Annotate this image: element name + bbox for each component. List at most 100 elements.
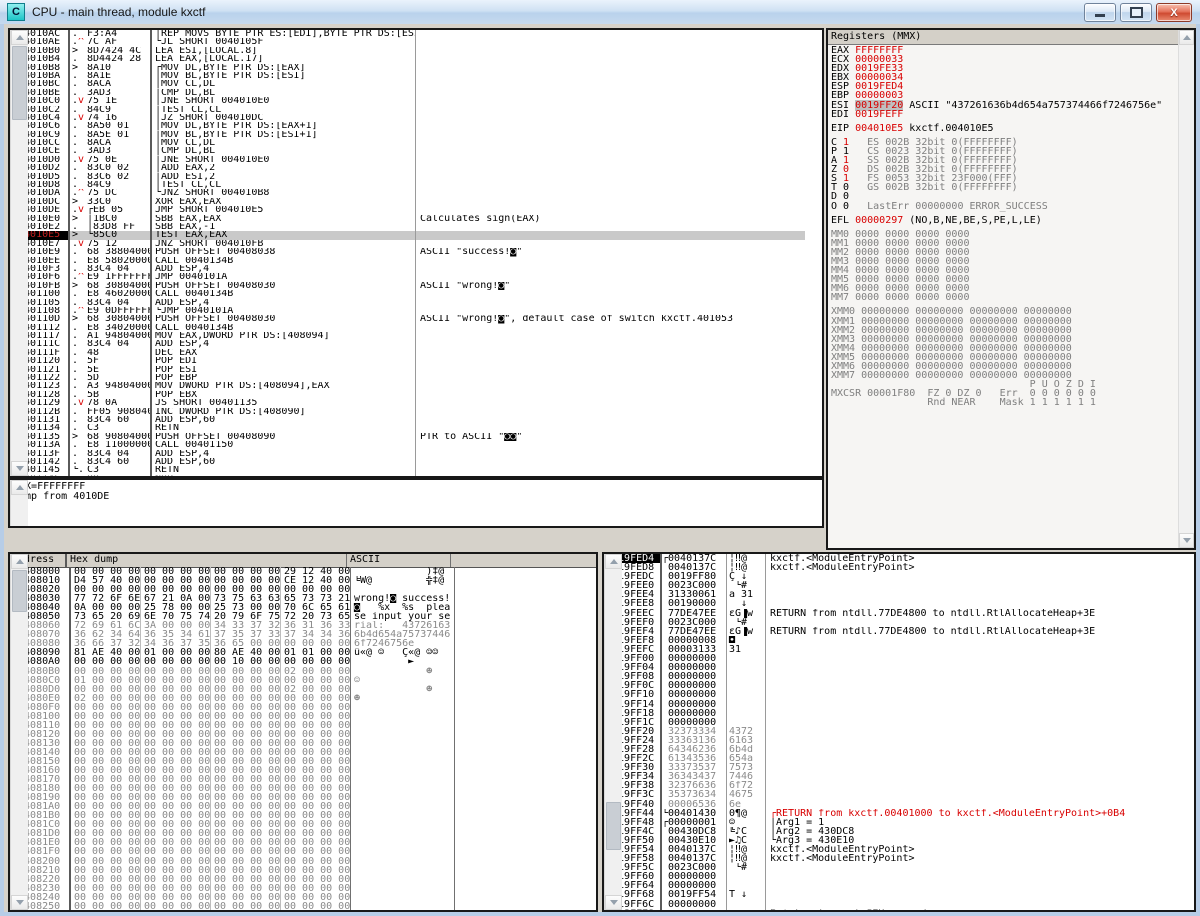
disasm-row[interactable]: 004010C2. 84C9 │TEST CL,CL — [10, 105, 805, 114]
disasm-row[interactable]: 004010C4 .v 74 16 │JZ SHORT 004010DC — [10, 113, 805, 123]
disasm-row[interactable]: 004010E9. 68 38804000 PUSH OFFSET 00408038… — [10, 248, 805, 257]
disasm-row[interactable]: 00401146.00NOP — [10, 474, 805, 476]
disasm-row[interactable]: 004010F6 .^ E9 1FFFFFFF JMP 0040101A — [10, 273, 805, 282]
scroll-up-icon[interactable] — [1179, 30, 1194, 45]
disasm-row[interactable]: 0040112B.FF05 90804000INC DWORD PTR DS:[… — [10, 407, 805, 416]
stack-row[interactable]: 0019FF4C 00430DC8 ╚♪C │Arg2 = 430DC8 — [604, 826, 1177, 836]
hex-dump-row[interactable]: 00408090 81 AE 40 00 01 00 00 00 80 AE 40 0… — [10, 648, 579, 658]
hex-dump-row[interactable]: 00408240 00 00 00 00 00 00 00 00 00 00 00 0… — [10, 892, 579, 902]
hex-dump-row[interactable]: 00408170 00 00 00 00 00 00 00 00 00 00 00 0… — [10, 775, 579, 785]
stack-row[interactable]: 0019FF64 00000000 — [604, 881, 1177, 891]
register-line[interactable]: O 0 LastErr 00000000 ERROR_SUCCESS — [831, 201, 1178, 211]
disasm-row[interactable]: 004010BA. 8A1E │MOV BL,BYTE PTR DS:[ESI] — [10, 71, 805, 81]
scroll-up-icon[interactable] — [11, 554, 28, 569]
disasm-row[interactable]: 0040113F. 83C4 04 ADD ESP,4 — [10, 449, 805, 458]
stack-row[interactable]: 0019FF68 0019FF54 T ↓ — [604, 890, 1177, 900]
hex-dump-row[interactable]: 00408190 00 00 00 00 00 00 00 00 00 00 00 0… — [10, 793, 579, 803]
hex-dump-row[interactable]: 004080A0 00 00 00 00 00 00 00 00 00 10 00 0… — [10, 657, 579, 667]
hex-dump-row[interactable]: 00408020 00 00 00 00 00 00 00 00 00 00 00 0… — [10, 585, 579, 595]
hex-dump-row[interactable]: 004080F0 00 00 00 00 00 00 00 00 00 00 00 0… — [10, 702, 579, 712]
stack-row[interactable]: 0019FF0C 00000000 — [604, 681, 1177, 691]
hex-dump-row[interactable]: 00408010 D4 57 40 00 00 00 00 00 00 00 00 0… — [10, 576, 579, 586]
scrollbar-thumb[interactable] — [606, 802, 621, 850]
stack-row[interactable]: 0019FEFC 00003133 31 — [604, 644, 1177, 655]
disasm-row[interactable]: 0040111F. 48 DEC EAX — [10, 348, 805, 358]
hex-dump-row[interactable]: 00408210 00 00 00 00 00 00 00 00 00 00 00 0… — [10, 865, 579, 875]
stack-row[interactable]: 0019FED8 0040137C ¦‼@ kxctf.<ModuleEntryPo… — [604, 563, 1177, 573]
disasm-row[interactable]: 004010C9. 8A5E 01 │MOV BL,BYTE PTR DS:[ESI… — [10, 130, 805, 140]
hex-dump-row[interactable]: 00408070 36 62 34 64 36 35 34 61 37 35 37 3… — [10, 630, 579, 640]
stack-row[interactable]: 0019FEE8 00190000 ↓ — [604, 599, 1177, 609]
scroll-down-icon[interactable] — [605, 895, 622, 910]
disasm-row[interactable]: 004010DE .v ┌EB 05 JMP SHORT 004010E5 — [10, 206, 805, 215]
disasm-row[interactable]: 004010B4. 8D4424 28 LEA EAX,[LOCAL.17] — [10, 55, 805, 64]
stack-row[interactable]: 0019FEE4 31330061 a 31 — [604, 590, 1177, 600]
hex-dump-row[interactable]: 00408030 77 72 6F 6E 67 21 0A 00 73 75 63 6… — [10, 594, 579, 604]
scroll-up-icon[interactable] — [605, 554, 622, 569]
hex-dump-row[interactable]: 00408160 00 00 00 00 00 00 00 00 00 00 00 0… — [10, 766, 579, 776]
disasm-row[interactable]: 004010AE .^ 7C AF └JL SHORT 0040105F — [10, 38, 805, 47]
close-button[interactable]: X — [1156, 3, 1192, 22]
disasm-row[interactable]: 00401120. 5F POP EDI — [10, 357, 805, 366]
scroll-up-icon[interactable] — [11, 480, 28, 495]
disasm-row[interactable]: 004010FB >68 30804000 PUSH OFFSET 00408030… — [10, 281, 805, 291]
disasm-row[interactable]: 00401129 .v 78 0A JS SHORT 00401135 — [10, 399, 805, 408]
disassembly-scrollbar[interactable] — [10, 30, 28, 476]
stack-row[interactable]: 0019FF1C 00000000 — [604, 717, 1177, 727]
stack-row[interactable]: 0019FF04 00000000 — [604, 663, 1177, 673]
hex-dump-row[interactable]: 00408140 00 00 00 00 00 00 00 00 00 00 00 0… — [10, 747, 579, 757]
disasm-row[interactable]: 004010DC >33C0 XOR EAX,EAX — [10, 197, 805, 207]
hex-dump-row[interactable]: 00408200 00 00 00 00 00 00 00 00 00 00 00 0… — [10, 856, 579, 866]
hex-dump-row[interactable]: 004080B0 00 00 00 00 00 00 00 00 00 00 00 0… — [10, 666, 579, 676]
hex-dump-row[interactable]: 004081F0 00 00 00 00 00 00 00 00 00 00 00 0… — [10, 847, 579, 857]
hex-dump-row[interactable]: 00408080 36 66 37 32 34 36 37 35 36 65 00 0… — [10, 639, 579, 649]
disasm-row[interactable]: 00401112. E8 34020000 CALL 0040134B — [10, 323, 805, 333]
window-icon[interactable]: C — [7, 3, 25, 21]
scroll-down-icon[interactable] — [11, 461, 28, 476]
stack-row[interactable]: 0019FF18 00000000 — [604, 708, 1177, 718]
stack-scrollbar[interactable] — [604, 554, 622, 910]
stack-row[interactable]: 0019FF60 00000000 — [604, 872, 1177, 882]
scrollbar-thumb[interactable] — [12, 46, 27, 120]
disasm-row[interactable]: 00401145 └. C3 RETN — [10, 466, 805, 475]
disasm-row[interactable]: 00401117. A1 94804000 MOV EAX,DWORD PTR DS… — [10, 332, 805, 341]
disasm-row[interactable]: 004010D5. 83C6 02 │ADD ESI,2 — [10, 172, 805, 182]
register-line[interactable]: EFL 00000297 (NO,B,NE,BE,S,PE,L,LE) — [831, 215, 1178, 225]
disasm-row[interactable]: 004010D0 .v 75 0E │JNE SHORT 004010E0 — [10, 155, 805, 165]
disasm-row[interactable]: 00401131. 83C4 60 ADD ESP,60 — [10, 415, 805, 425]
stack-row[interactable]: 0019FF3C 35373634 4675 — [604, 790, 1177, 800]
scroll-down-icon[interactable] — [11, 895, 28, 910]
disasm-row[interactable]: 004010DA .^ 75 DC └JNZ SHORT 004010B8 — [10, 189, 805, 198]
stack-row[interactable]: 0019FF6C 00000000 — [604, 899, 1177, 909]
hex-dump-row[interactable]: 00408180 00 00 00 00 00 00 00 00 00 00 00 0… — [10, 784, 579, 794]
hex-dump-row[interactable]: 004081D0 00 00 00 00 00 00 00 00 00 00 00 0… — [10, 829, 579, 839]
scroll-down-icon[interactable] — [1179, 533, 1194, 548]
hex-dump-row[interactable]: 004080D0 00 00 00 00 00 00 00 00 00 00 00 0… — [10, 684, 579, 694]
disasm-row[interactable]: 0040113A. E8 11000000 CALL 00401150 — [10, 441, 805, 450]
hex-dump-row[interactable]: 00408130 00 00 00 00 00 00 00 00 00 00 00 0… — [10, 738, 579, 748]
hex-dump-row[interactable]: 00408120 00 00 00 00 00 00 00 00 00 00 00 0… — [10, 729, 579, 739]
hex-dump-row[interactable]: 004080C0 01 00 00 00 00 00 00 00 00 00 00 0… — [10, 675, 579, 685]
disasm-row[interactable]: 00401135 >68 90804000 PUSH OFFSET 00408090… — [10, 432, 805, 442]
hex-dump-row[interactable]: 004081E0 00 00 00 00 00 00 00 00 00 00 00 0… — [10, 838, 579, 848]
disasm-row[interactable]: 004010D2. 83C0 02 │ADD EAX,2 — [10, 164, 805, 173]
stack-row[interactable]: 0019FF48 ┌00000001 ☺ │Arg1 = 1 — [604, 817, 1177, 827]
stack-row[interactable]: 0019FF28 64346236 6b4d — [604, 744, 1177, 755]
disasm-row[interactable]: 00401121. 5E POP ESI — [10, 365, 805, 375]
stack-row[interactable]: 0019FEEC 77DE47EE εG▐w RETURN from ntdll.7… — [604, 608, 1177, 618]
disasm-row[interactable]: 00401122. 5D POP EBP — [10, 374, 805, 383]
disasm-row[interactable]: 00401142. 83C4 60 ADD ESP,60 — [10, 457, 805, 467]
hex-dump-row[interactable]: 00408250 00 00 00 00 00 00 00 00 00 00 00 0… — [10, 901, 579, 910]
stack-row[interactable]: 0019FF2C 61343536 654a — [604, 754, 1177, 764]
hex-dump-row[interactable]: 00408150 00 00 00 00 00 00 00 00 00 00 00 0… — [10, 756, 579, 767]
disasm-row[interactable]: 004010C6. 8A50 01 │MOV DL,BYTE PTR DS:[EAX… — [10, 122, 805, 131]
stack-row[interactable]: 0019FF00 00000000 — [604, 654, 1177, 664]
hex-dump-row[interactable]: 00408050 73 65 20 69 6E 70 75 74 20 79 6F 7… — [10, 612, 579, 622]
register-line[interactable]: EDI 0019FEFF — [831, 109, 1178, 119]
stack-row[interactable]: 0019FEDC 0019FF80 Ç ↓ — [604, 572, 1177, 582]
disasm-row[interactable]: 00401123. A3 94804000 MOV DWORD PTR DS:[40… — [10, 382, 805, 391]
disasm-row[interactable]: 0040110D >68 30804000 PUSH OFFSET 00408030… — [10, 315, 805, 324]
register-line[interactable]: Rnd NEAR Mask 1 1 1 1 1 1 — [831, 398, 1178, 408]
dump-scrollbar[interactable] — [10, 554, 28, 910]
info-scrollbar[interactable] — [10, 480, 28, 526]
